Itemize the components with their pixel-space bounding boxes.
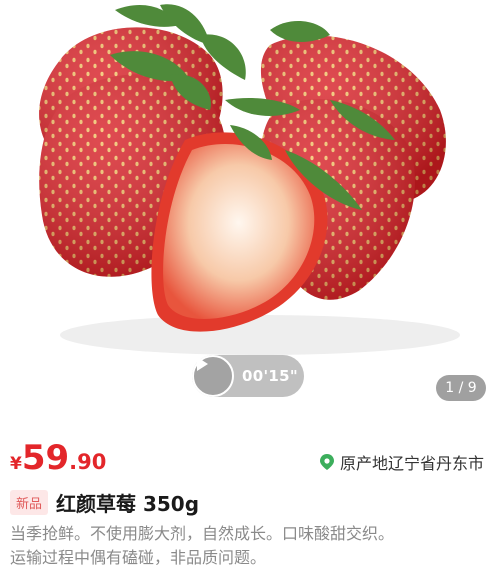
origin-info[interactable]: 原产地辽宁省丹东市 (319, 450, 484, 474)
product-media-area[interactable]: 00'15" 1 / 9 (0, 0, 491, 420)
price-decimal: .90 (69, 450, 107, 474)
product-title: 红颜草莓 350g (56, 492, 200, 516)
price-row: ¥59.90 原产地辽宁省丹东市 (10, 438, 486, 478)
video-duration: 00'15" (242, 367, 298, 385)
product-price: ¥59.90 (10, 438, 106, 478)
new-product-badge: 新品 (10, 490, 49, 515)
description-line: 运输过程中偶有磕碰，非品质问题。 (10, 548, 267, 567)
origin-text: 原产地辽宁省丹东市 (339, 454, 484, 473)
video-play-button[interactable]: 00'15" (192, 355, 304, 397)
product-description: 当季抢鲜。不使用膨大剂，自然成长。口味酸甜交织。 运输过程中偶有磕碰，非品质问题… (10, 522, 488, 570)
price-currency: ¥ (10, 454, 22, 474)
location-pin-icon (319, 454, 334, 470)
description-line: 当季抢鲜。不使用膨大剂，自然成长。口味酸甜交织。 (10, 524, 395, 543)
price-integer: 59 (21, 438, 70, 478)
title-row: 新品 红颜草莓 350g (10, 488, 199, 517)
image-page-indicator: 1 / 9 (436, 375, 486, 401)
play-icon[interactable] (192, 355, 234, 397)
